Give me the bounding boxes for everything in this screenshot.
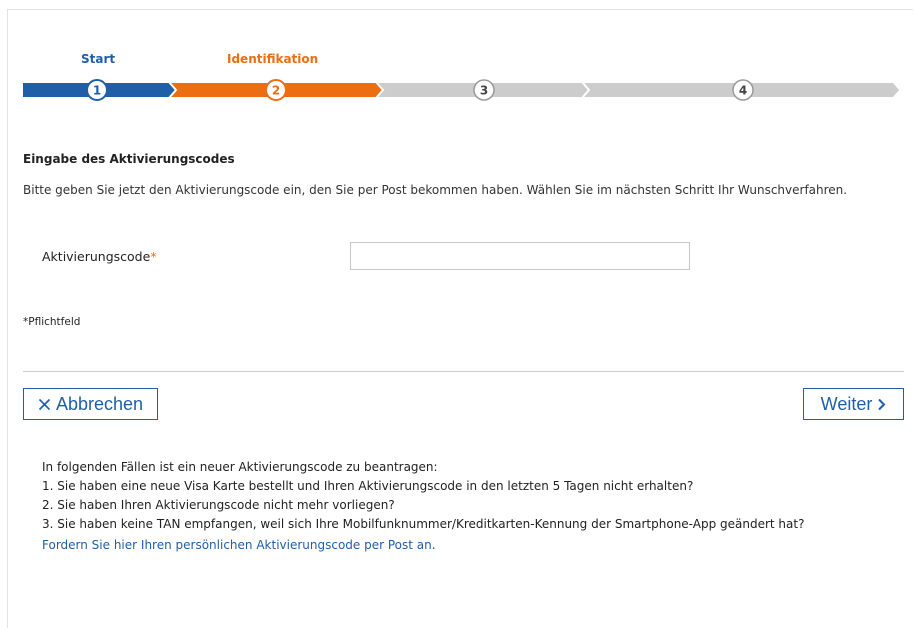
info-item-2: 2. Sie haben Ihren Aktivierungscode nich… xyxy=(42,498,395,512)
cancel-button-label: Abbrechen xyxy=(55,393,144,414)
mandatory-note: *Pflichtfeld xyxy=(23,316,81,328)
step-marker-4: 4 xyxy=(732,79,754,101)
intro-text: Bitte geben Sie jetzt den Aktivierungsco… xyxy=(23,183,848,197)
next-button-label: Weiter xyxy=(820,393,873,414)
step-marker-3: 3 xyxy=(473,79,495,101)
activation-code-label-text: Aktivierungscode xyxy=(42,249,151,264)
cancel-button[interactable]: Abbrechen xyxy=(23,388,158,420)
required-marker: * xyxy=(150,249,157,264)
section-title: Eingabe des Aktivierungscodes xyxy=(23,152,235,166)
info-item-3: 3. Sie haben keine TAN empfangen, weil s… xyxy=(42,517,805,531)
next-button[interactable]: Weiter xyxy=(803,388,904,420)
divider xyxy=(23,371,904,372)
activation-code-input[interactable] xyxy=(350,242,690,270)
close-icon xyxy=(38,398,51,410)
progress-bar: 1 2 3 4 xyxy=(23,78,899,102)
step-label-start: Start xyxy=(81,52,116,66)
info-heading: In folgenden Fällen ist ein neuer Aktivi… xyxy=(42,460,438,474)
activation-code-label: Aktivierungscode* xyxy=(42,249,157,264)
info-box: In folgenden Fällen ist ein neuer Aktivi… xyxy=(42,458,892,555)
step-number-2: 2 xyxy=(272,84,280,98)
step-number-4: 4 xyxy=(739,84,747,98)
step-marker-2: 2 xyxy=(265,79,287,101)
step-number-1: 1 xyxy=(93,84,101,98)
info-item-1: 1. Sie haben eine neue Visa Karte bestel… xyxy=(42,479,694,493)
request-code-link[interactable]: Fordern Sie hier Ihren persönlichen Akti… xyxy=(42,536,892,555)
step-label-identifikation: Identifikation xyxy=(227,52,319,66)
step-number-3: 3 xyxy=(480,84,488,98)
chevron-right-icon xyxy=(878,398,886,410)
step-marker-1: 1 xyxy=(86,79,108,101)
